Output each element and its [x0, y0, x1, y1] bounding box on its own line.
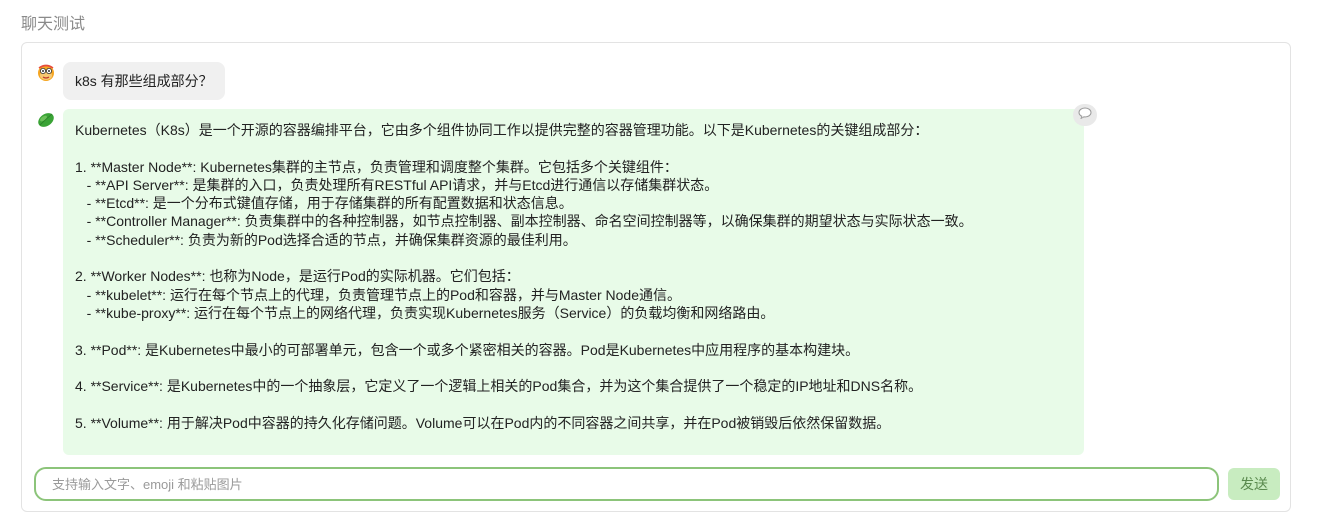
send-button[interactable]: 发送 — [1228, 468, 1280, 500]
speech-bubble-icon — [1078, 106, 1092, 124]
user-avatar-icon — [36, 63, 56, 83]
message-list[interactable]: k8s 有那些组成部分？ Kubernetes（K8s）是一个开源的容器编排平台… — [22, 43, 1290, 457]
copy-button[interactable] — [1073, 104, 1097, 126]
chat-input[interactable] — [34, 467, 1219, 501]
bot-message-bubble: Kubernetes（K8s）是一个开源的容器编排平台，它由多个组件协同工作以提… — [63, 109, 1084, 455]
composer: 发送 — [34, 467, 1280, 501]
page-title: 聊天测试 — [21, 16, 86, 33]
chat-panel: k8s 有那些组成部分？ Kubernetes（K8s）是一个开源的容器编排平台… — [21, 42, 1291, 512]
user-message-bubble: k8s 有那些组成部分？ — [63, 62, 225, 100]
bot-avatar-icon — [36, 109, 56, 129]
